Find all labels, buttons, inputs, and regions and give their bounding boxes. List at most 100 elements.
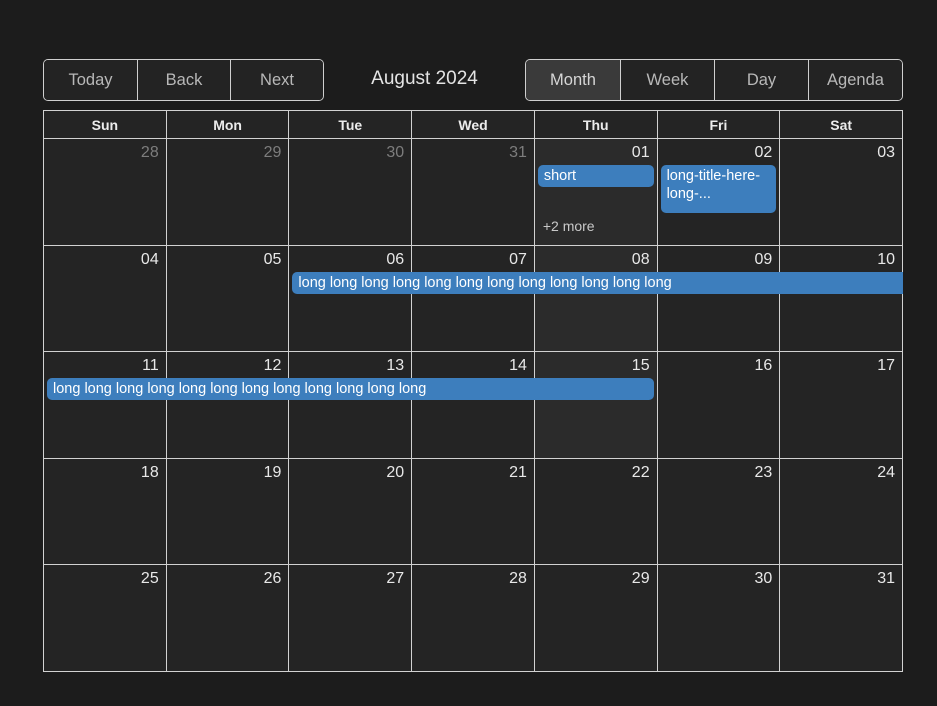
day-number[interactable]: 07 [412, 249, 534, 271]
weekday-header-wed: Wed [412, 111, 535, 139]
day-number[interactable]: 04 [44, 249, 166, 271]
day-cell[interactable]: 18 [44, 458, 167, 566]
day-cell[interactable]: 28 [44, 139, 167, 246]
day-number[interactable]: 29 [167, 142, 289, 164]
show-more-button[interactable]: +2 more [538, 217, 600, 235]
day-number[interactable]: 16 [658, 355, 780, 377]
month-grid: Sun Mon Tue Wed Thu Fri Sat 28 29 30 31 01 02 03 shor… [43, 110, 904, 672]
weekday-header-sun: Sun [44, 111, 167, 139]
day-cell[interactable]: 30 [289, 139, 413, 246]
day-number[interactable]: 25 [44, 568, 166, 590]
day-number[interactable]: 18 [44, 462, 166, 484]
calendar-event[interactable]: short [537, 165, 654, 187]
day-number[interactable]: 22 [535, 462, 657, 484]
week-row: 11 12 13 14 15 16 17 long long long long long l… [44, 352, 904, 459]
day-cell[interactable]: 31 [412, 139, 535, 246]
day-number[interactable]: 12 [167, 355, 289, 377]
day-number[interactable]: 30 [289, 142, 411, 164]
day-cell[interactable]: 03 [780, 139, 904, 246]
view-agenda-button[interactable]: Agenda [807, 60, 902, 100]
day-cell[interactable]: 08 [534, 245, 658, 353]
day-cell[interactable]: 28 [412, 565, 535, 672]
day-number[interactable]: 31 [412, 142, 534, 164]
calendar-event[interactable]: long-title-here-long-... [660, 165, 777, 213]
day-number[interactable]: 06 [289, 249, 411, 271]
day-number[interactable]: 24 [780, 462, 902, 484]
day-number[interactable]: 13 [289, 355, 411, 377]
day-number[interactable]: 10 [780, 249, 902, 271]
day-number[interactable]: 23 [658, 462, 780, 484]
day-number[interactable]: 11 [44, 355, 166, 377]
calendar-event[interactable]: long long long long long long long long … [292, 271, 903, 294]
day-number[interactable]: 28 [44, 142, 166, 164]
navigation-button-group: Today Back Next [43, 59, 324, 101]
week-row: 25 26 27 28 29 30 31 [44, 565, 904, 672]
weekday-header-fri: Fri [657, 111, 781, 139]
day-number[interactable]: 29 [535, 568, 657, 590]
day-cell[interactable]: 20 [289, 458, 413, 566]
day-number[interactable]: 17 [780, 355, 902, 377]
day-number[interactable]: 15 [535, 355, 657, 377]
week-row: 28 29 30 31 01 02 03 short long-title-here-long-… [44, 139, 904, 246]
day-cell[interactable]: 27 [289, 565, 413, 672]
back-button[interactable]: Back [137, 60, 230, 100]
day-number[interactable]: 02 [658, 142, 780, 164]
day-cell[interactable]: 13 [289, 352, 413, 459]
day-cell[interactable]: 17 [780, 352, 904, 459]
day-number[interactable]: 21 [412, 462, 534, 484]
day-number[interactable]: 03 [780, 142, 902, 164]
day-cell[interactable]: 04 [44, 245, 167, 353]
day-cell[interactable]: 26 [166, 565, 290, 672]
weekday-header-thu: Thu [534, 111, 658, 139]
day-cell[interactable]: 16 [657, 352, 781, 459]
day-number[interactable]: 20 [289, 462, 411, 484]
day-number[interactable]: 09 [658, 249, 780, 271]
day-number[interactable]: 28 [412, 568, 534, 590]
day-number[interactable]: 30 [658, 568, 780, 590]
day-cell[interactable]: 22 [534, 458, 658, 566]
view-week-button[interactable]: Week [619, 60, 714, 100]
next-button[interactable]: Next [230, 60, 323, 100]
day-number[interactable]: 27 [289, 568, 411, 590]
day-cell[interactable]: 15 [534, 352, 658, 459]
day-cell[interactable]: 09 [657, 245, 781, 353]
day-number[interactable]: 08 [535, 249, 657, 271]
weekday-header-mon: Mon [166, 111, 290, 139]
day-number[interactable]: 19 [167, 462, 289, 484]
day-number[interactable]: 05 [167, 249, 289, 271]
weekday-header-sat: Sat [780, 111, 904, 139]
day-cell[interactable]: 31 [780, 565, 904, 672]
day-number[interactable]: 01 [535, 142, 657, 164]
view-month-button[interactable]: Month [525, 60, 620, 100]
week-row: 18 19 20 21 22 23 24 [44, 458, 904, 566]
day-number[interactable]: 31 [780, 568, 902, 590]
day-cell[interactable]: 06 [289, 245, 413, 353]
calendar-app: Today Back Next August 2024 Month Week D… [0, 0, 937, 706]
calendar-toolbar: Today Back Next August 2024 Month Week D… [43, 58, 903, 102]
weeks-container: 28 29 30 31 01 02 03 short long-title-here-long-… [44, 139, 904, 672]
day-cell[interactable]: 11 [44, 352, 167, 459]
day-cell[interactable]: 07 [412, 245, 535, 353]
today-button[interactable]: Today [44, 60, 137, 100]
day-cell[interactable]: 05 [166, 245, 290, 353]
day-cell[interactable]: 23 [657, 458, 781, 566]
day-cell[interactable]: 21 [412, 458, 535, 566]
day-number[interactable]: 26 [167, 568, 289, 590]
weekday-header-tue: Tue [289, 111, 413, 139]
day-cell[interactable]: 19 [166, 458, 290, 566]
calendar-event[interactable]: long long long long long long long long … [47, 378, 654, 401]
day-cell[interactable]: 29 [166, 139, 290, 246]
day-cell[interactable]: 24 [780, 458, 904, 566]
weekday-header-row: Sun Mon Tue Wed Thu Fri Sat [44, 111, 904, 139]
day-cell[interactable]: 25 [44, 565, 167, 672]
view-day-button[interactable]: Day [713, 60, 808, 100]
calendar-title-label: August 2024 [371, 68, 478, 89]
day-cell[interactable]: 10 [780, 245, 904, 353]
day-cell[interactable]: 12 [166, 352, 290, 459]
view-switcher-button-group: Month Week Day Agenda [524, 59, 903, 101]
day-cell[interactable]: 14 [412, 352, 535, 459]
day-number[interactable]: 14 [412, 355, 534, 377]
day-cell[interactable]: 29 [534, 565, 658, 672]
day-cell[interactable]: 30 [657, 565, 781, 672]
week-row: 04 05 06 07 08 09 10 long long long long long l… [44, 245, 904, 353]
